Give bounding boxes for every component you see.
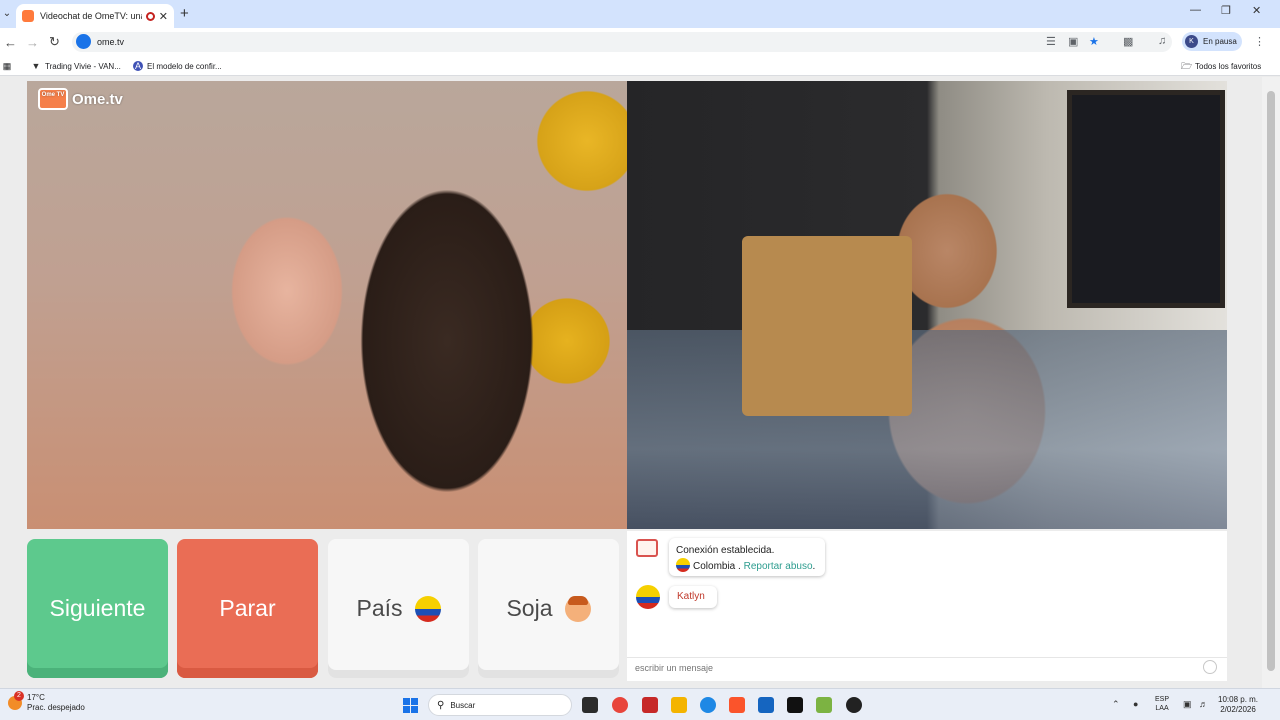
colombia-flag-icon (414, 595, 441, 622)
tradingview-icon[interactable] (787, 697, 803, 713)
bookmark-label: El modelo de confir... (147, 61, 222, 71)
tradingview-icon: ▼ (31, 61, 41, 71)
partner-video (27, 81, 627, 529)
new-tab-icon[interactable]: + (180, 5, 189, 22)
boy-face-icon (564, 595, 591, 622)
stop-button[interactable]: Parar (177, 539, 318, 678)
apps-icon[interactable]: ▦ (2, 61, 16, 71)
stop-label: Parar (219, 595, 276, 621)
brave-icon[interactable] (729, 697, 745, 713)
ometv-favicon (22, 10, 34, 22)
close-tab-icon[interactable]: ✕ (159, 10, 168, 23)
video-bed-area (627, 330, 1227, 529)
store-icon[interactable] (758, 697, 774, 713)
forward-icon[interactable]: → (26, 35, 39, 50)
report-abuse-link[interactable]: Reportar abuso (744, 561, 813, 572)
file-explorer-icon[interactable] (671, 697, 687, 713)
avatar: K (1185, 35, 1198, 48)
reload-icon[interactable]: ↻ (49, 34, 60, 50)
language-indicator[interactable]: ESP LAA (1155, 695, 1169, 713)
task-view-icon[interactable] (582, 697, 598, 713)
microphone-icon[interactable]: ● (1133, 699, 1138, 709)
clock[interactable]: 10:08 p. m. 2/02/2026 (1218, 695, 1258, 715)
bookmark-label: Trading Vivie - VAN... (45, 61, 121, 71)
tv-icon: Ome TV (38, 88, 68, 110)
partner-flag-icon (636, 585, 660, 609)
extensions-icon[interactable]: ▩ (1123, 35, 1133, 48)
colombia-flag-icon (676, 558, 690, 572)
all-favorites-label: Todos los favoritos (1195, 61, 1262, 71)
bookmark-modelo[interactable]: A El modelo de confir... (133, 61, 222, 71)
weather-desc: Prac. despejado (27, 703, 85, 712)
install-icon[interactable]: ▣ (1068, 35, 1078, 48)
partner-name: Katlyn (677, 591, 705, 602)
tab-strip (0, 0, 1280, 28)
notification-badge: 2 (14, 691, 24, 701)
date: 2/02/2026 (1220, 705, 1256, 714)
url-text[interactable]: ome.tv (97, 37, 124, 47)
country-label: País (356, 595, 403, 621)
next-label: Siguiente (49, 595, 146, 621)
bookmarks-bar: ▦ ▼ Trading Vivie - VAN... A El modelo d… (0, 56, 1280, 76)
drive-icon[interactable] (816, 697, 832, 713)
translate-icon[interactable]: ☰ (1046, 35, 1056, 48)
weather-icon: 2 (8, 691, 24, 710)
windows-taskbar: 2 17°C Prac. despejado ⚲ Buscar ⌃ ● ESP … (0, 688, 1280, 720)
ometv-logo: Ome TV Ome.tv (38, 88, 123, 110)
all-favorites[interactable]: 🗁 Todos los favoritos (1181, 61, 1261, 71)
next-button[interactable]: Siguiente (27, 539, 168, 678)
network-icon[interactable]: ▣ (1183, 699, 1192, 710)
profile-button[interactable]: K En pausa (1182, 32, 1242, 51)
maximize-icon[interactable]: ❐ (1221, 4, 1231, 17)
partner-name-bubble: Katlyn (669, 586, 717, 608)
search-label: Buscar (450, 700, 476, 710)
show-hidden-icons-icon[interactable]: ⌃ (1112, 699, 1120, 710)
media-icon[interactable]: ♫ (1158, 35, 1166, 47)
weather-widget[interactable]: 2 17°C Prac. despejado (8, 691, 85, 713)
windows-icon[interactable] (403, 698, 418, 713)
bookmark-trading[interactable]: ▼ Trading Vivie - VAN... (31, 61, 121, 71)
video-headboard (742, 236, 912, 416)
tab-title: Videochat de OmeTV: una (40, 11, 142, 21)
search-icon: ⚲ (437, 699, 445, 711)
video-window (1067, 90, 1225, 308)
profile-status: En pausa (1203, 37, 1237, 46)
edge-icon[interactable] (700, 697, 716, 713)
lang-top: ESP (1155, 696, 1170, 703)
site-info-icon[interactable] (76, 34, 91, 49)
logo-text: Ome.tv (72, 90, 123, 108)
app-dark-icon[interactable] (846, 697, 862, 713)
address-bar[interactable] (72, 32, 1172, 52)
ometv-system-icon (636, 539, 658, 557)
folder-icon: 🗁 (1181, 61, 1193, 71)
temperature: 17°C (27, 693, 45, 702)
system-message: Conexión establecida. Colombia . Reporta… (669, 538, 825, 576)
close-window-icon[interactable]: ✕ (1252, 4, 1261, 17)
time: 10:08 p. m. (1218, 695, 1259, 704)
menu-icon[interactable]: ⋮ (1254, 35, 1265, 48)
minimize-icon[interactable]: — (1190, 4, 1201, 16)
message-input[interactable] (627, 657, 1227, 678)
star-icon[interactable]: ★ (1089, 35, 1099, 48)
page-scrollbar[interactable] (1262, 77, 1280, 688)
tab-list-icon[interactable]: ⌄ (0, 6, 14, 22)
volume-icon[interactable]: ♬ (1199, 699, 1208, 709)
country-button[interactable]: País (328, 539, 469, 678)
emoji-icon[interactable] (1203, 660, 1217, 674)
chrome-icon[interactable] (612, 697, 628, 713)
browser-tab[interactable]: Videochat de OmeTV: una ✕ (16, 4, 174, 28)
app-red-icon[interactable] (642, 697, 658, 713)
report-suffix: . (812, 561, 816, 572)
separator: . (738, 561, 741, 572)
gender-button[interactable]: Soja (478, 539, 619, 678)
gender-label: Soja (506, 595, 553, 621)
scrollbar-thumb[interactable] (1267, 91, 1275, 671)
taskbar-search[interactable]: ⚲ Buscar (428, 694, 572, 716)
back-icon[interactable]: ← (4, 35, 17, 50)
bookmark-site-icon: A (133, 61, 143, 71)
country-name: Colombia (693, 561, 736, 572)
recording-icon (145, 11, 155, 21)
lang-bottom: LAA (1155, 705, 1169, 712)
connection-text: Conexión establecida. (676, 545, 775, 556)
